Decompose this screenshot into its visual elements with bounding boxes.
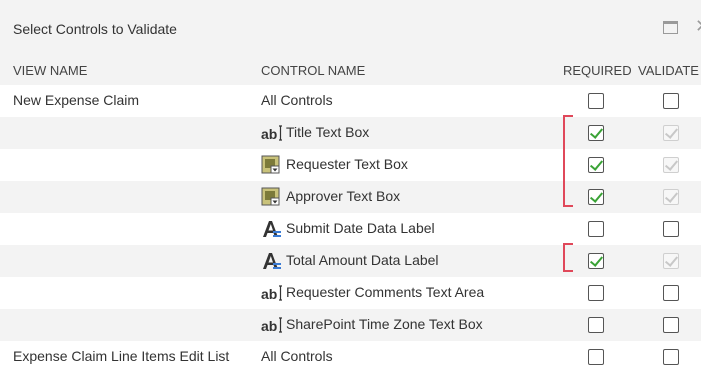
textbox-icon: ab xyxy=(261,283,283,303)
textbox-icon: ab xyxy=(261,315,283,335)
validate-checkbox[interactable] xyxy=(663,221,679,237)
required-highlight-bracket xyxy=(563,115,573,207)
table-row: ab Title Text Box xyxy=(0,117,701,149)
svg-text:ab: ab xyxy=(261,126,277,142)
required-checkbox[interactable] xyxy=(588,189,604,205)
data-label-icon xyxy=(261,219,283,239)
svg-text:ab: ab xyxy=(261,286,277,302)
svg-text:ab: ab xyxy=(261,318,277,334)
control-name-cell: Requester Text Box xyxy=(286,156,408,172)
required-checkbox[interactable] xyxy=(588,125,604,141)
required-checkbox[interactable] xyxy=(588,93,604,109)
control-name-cell: All Controls xyxy=(261,92,333,108)
validate-checkbox xyxy=(663,157,679,173)
table-row: Approver Text Box xyxy=(0,181,701,213)
required-checkbox[interactable] xyxy=(588,221,604,237)
table-row: New Expense Claim All Controls xyxy=(0,85,701,117)
table-row: Requester Text Box xyxy=(0,149,701,181)
required-checkbox[interactable] xyxy=(588,317,604,333)
validate-checkbox[interactable] xyxy=(663,93,679,109)
table-row: Total Amount Data Label xyxy=(0,245,701,277)
control-name-cell: All Controls xyxy=(261,348,333,364)
view-name-cell: Expense Claim Line Items Edit List xyxy=(13,348,230,364)
picker-icon xyxy=(261,155,283,175)
validate-checkbox xyxy=(663,253,679,269)
validate-checkbox xyxy=(663,189,679,205)
required-checkbox[interactable] xyxy=(588,285,604,301)
maximize-icon[interactable] xyxy=(663,21,678,34)
table-header: VIEW NAME CONTROL NAME REQUIRED VALIDATE xyxy=(0,57,701,85)
column-header-view-name: VIEW NAME xyxy=(13,63,88,78)
data-label-icon xyxy=(261,251,283,271)
column-header-required: REQUIRED xyxy=(563,63,632,78)
close-icon[interactable]: ✕ xyxy=(695,16,701,36)
column-header-control-name: CONTROL NAME xyxy=(261,63,366,78)
required-highlight-bracket xyxy=(563,243,573,272)
view-name-cell: New Expense Claim xyxy=(13,92,140,108)
column-header-validate: VALIDATE xyxy=(638,63,699,78)
required-checkbox[interactable] xyxy=(588,253,604,269)
table-row: ab SharePoint Time Zone Text Box xyxy=(0,309,701,341)
control-name-cell: SharePoint Time Zone Text Box xyxy=(286,316,483,332)
required-checkbox[interactable] xyxy=(588,157,604,173)
table-row: Expense Claim Line Items Edit List All Co… xyxy=(0,341,701,373)
dialog-titlebar: Select Controls to Validate ✕ xyxy=(0,0,701,57)
textbox-icon: ab xyxy=(261,123,283,143)
dialog-title: Select Controls to Validate xyxy=(13,21,177,37)
table-row: ab Requester Comments Text Area xyxy=(0,277,701,309)
table-row: Submit Date Data Label xyxy=(0,213,701,245)
validate-checkbox[interactable] xyxy=(663,317,679,333)
picker-icon xyxy=(261,187,283,207)
control-name-cell: Total Amount Data Label xyxy=(286,252,439,268)
control-name-cell: Requester Comments Text Area xyxy=(286,284,485,300)
validate-checkbox[interactable] xyxy=(663,285,679,301)
validate-checkbox xyxy=(663,125,679,141)
control-name-cell: Approver Text Box xyxy=(286,188,401,204)
control-name-cell: Title Text Box xyxy=(286,124,370,140)
required-checkbox[interactable] xyxy=(588,349,604,365)
control-name-cell: Submit Date Data Label xyxy=(286,220,435,236)
validate-checkbox[interactable] xyxy=(663,349,679,365)
